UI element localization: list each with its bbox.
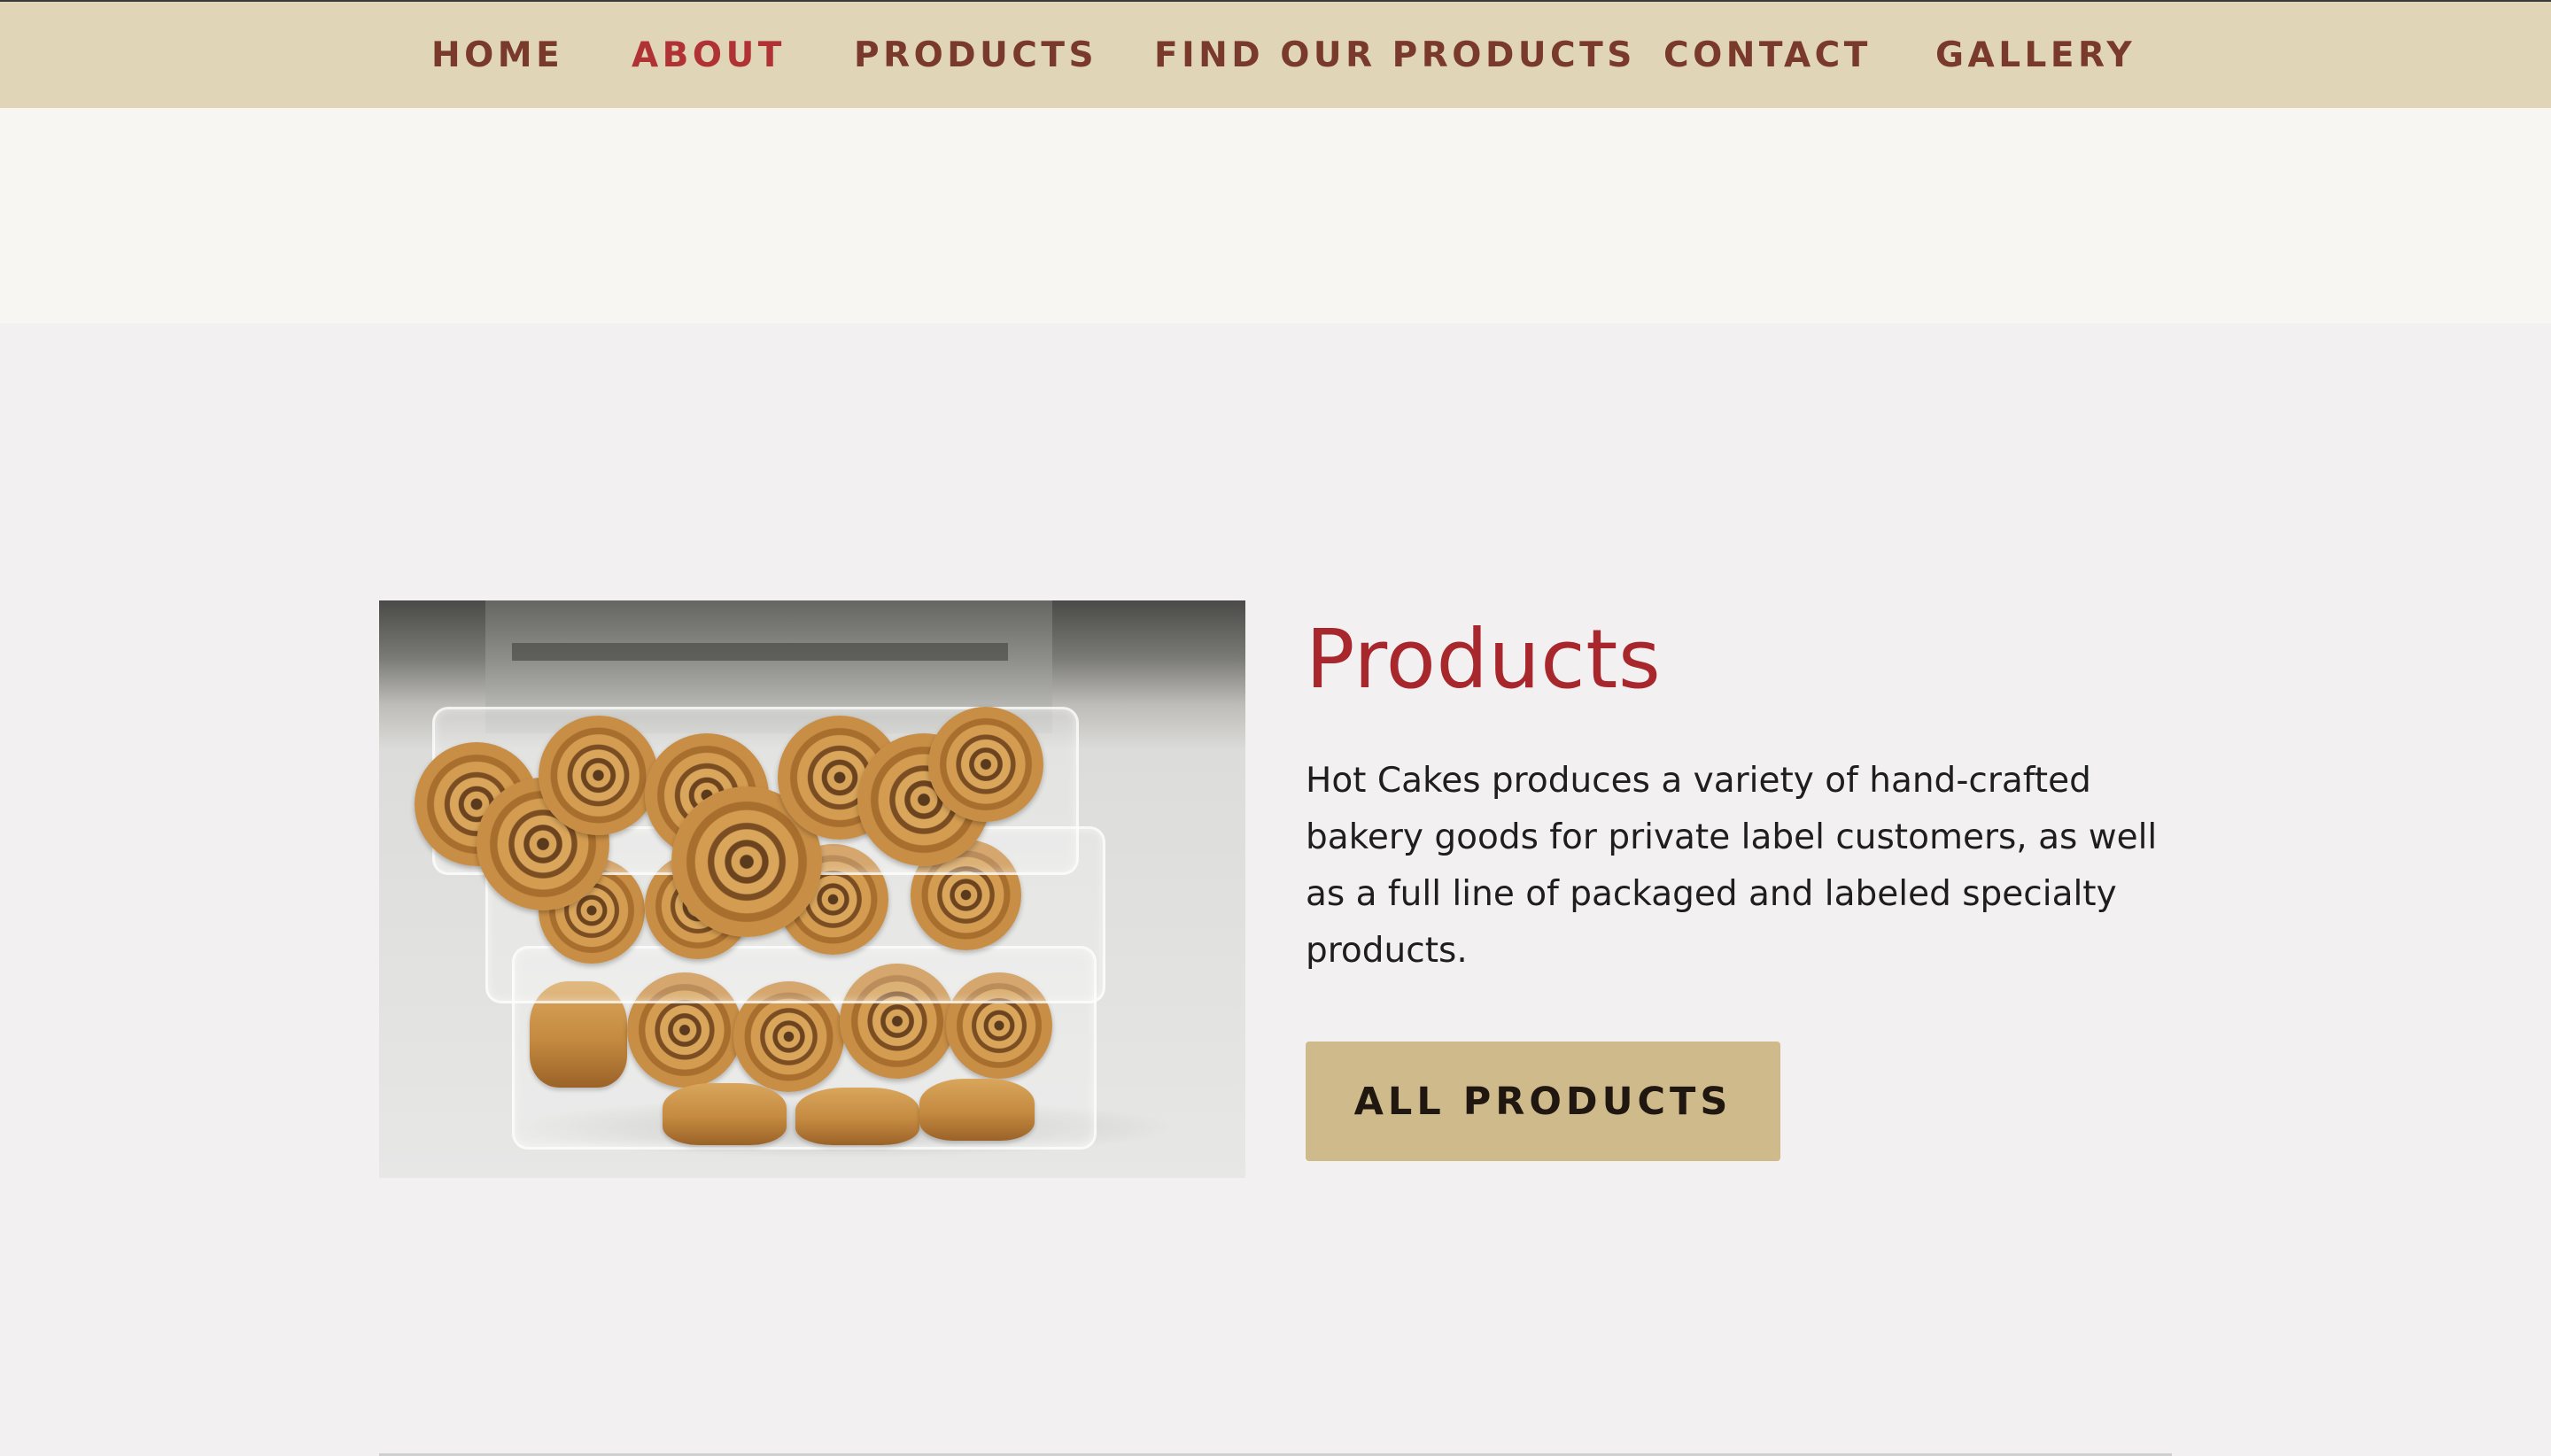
nav-item-contact[interactable]: CONTACT	[1663, 34, 1872, 78]
main-nav: HOME ABOUT PRODUCTS FIND OUR PRODUCTS CO…	[0, 2, 2551, 110]
nav-item-gallery[interactable]: GALLERY	[1935, 34, 2136, 78]
all-products-button[interactable]: ALL PRODUCTS	[1306, 1042, 1780, 1161]
top-navigation-bar: HOME ABOUT PRODUCTS FIND OUR PRODUCTS CO…	[0, 0, 2551, 108]
hero-spacer-band	[0, 108, 2551, 323]
nav-item-about[interactable]: ABOUT	[632, 34, 786, 78]
pastry-photo	[379, 600, 1245, 1178]
nav-item-find-our-products[interactable]: FIND OUR PRODUCTS	[1154, 34, 1636, 78]
section-title: Products	[1306, 612, 1662, 707]
section-description: Hot Cakes produces a variety of hand-cra…	[1306, 761, 2158, 971]
nav-item-home[interactable]: HOME	[431, 34, 563, 78]
nav-item-products[interactable]: PRODUCTS	[854, 34, 1097, 78]
